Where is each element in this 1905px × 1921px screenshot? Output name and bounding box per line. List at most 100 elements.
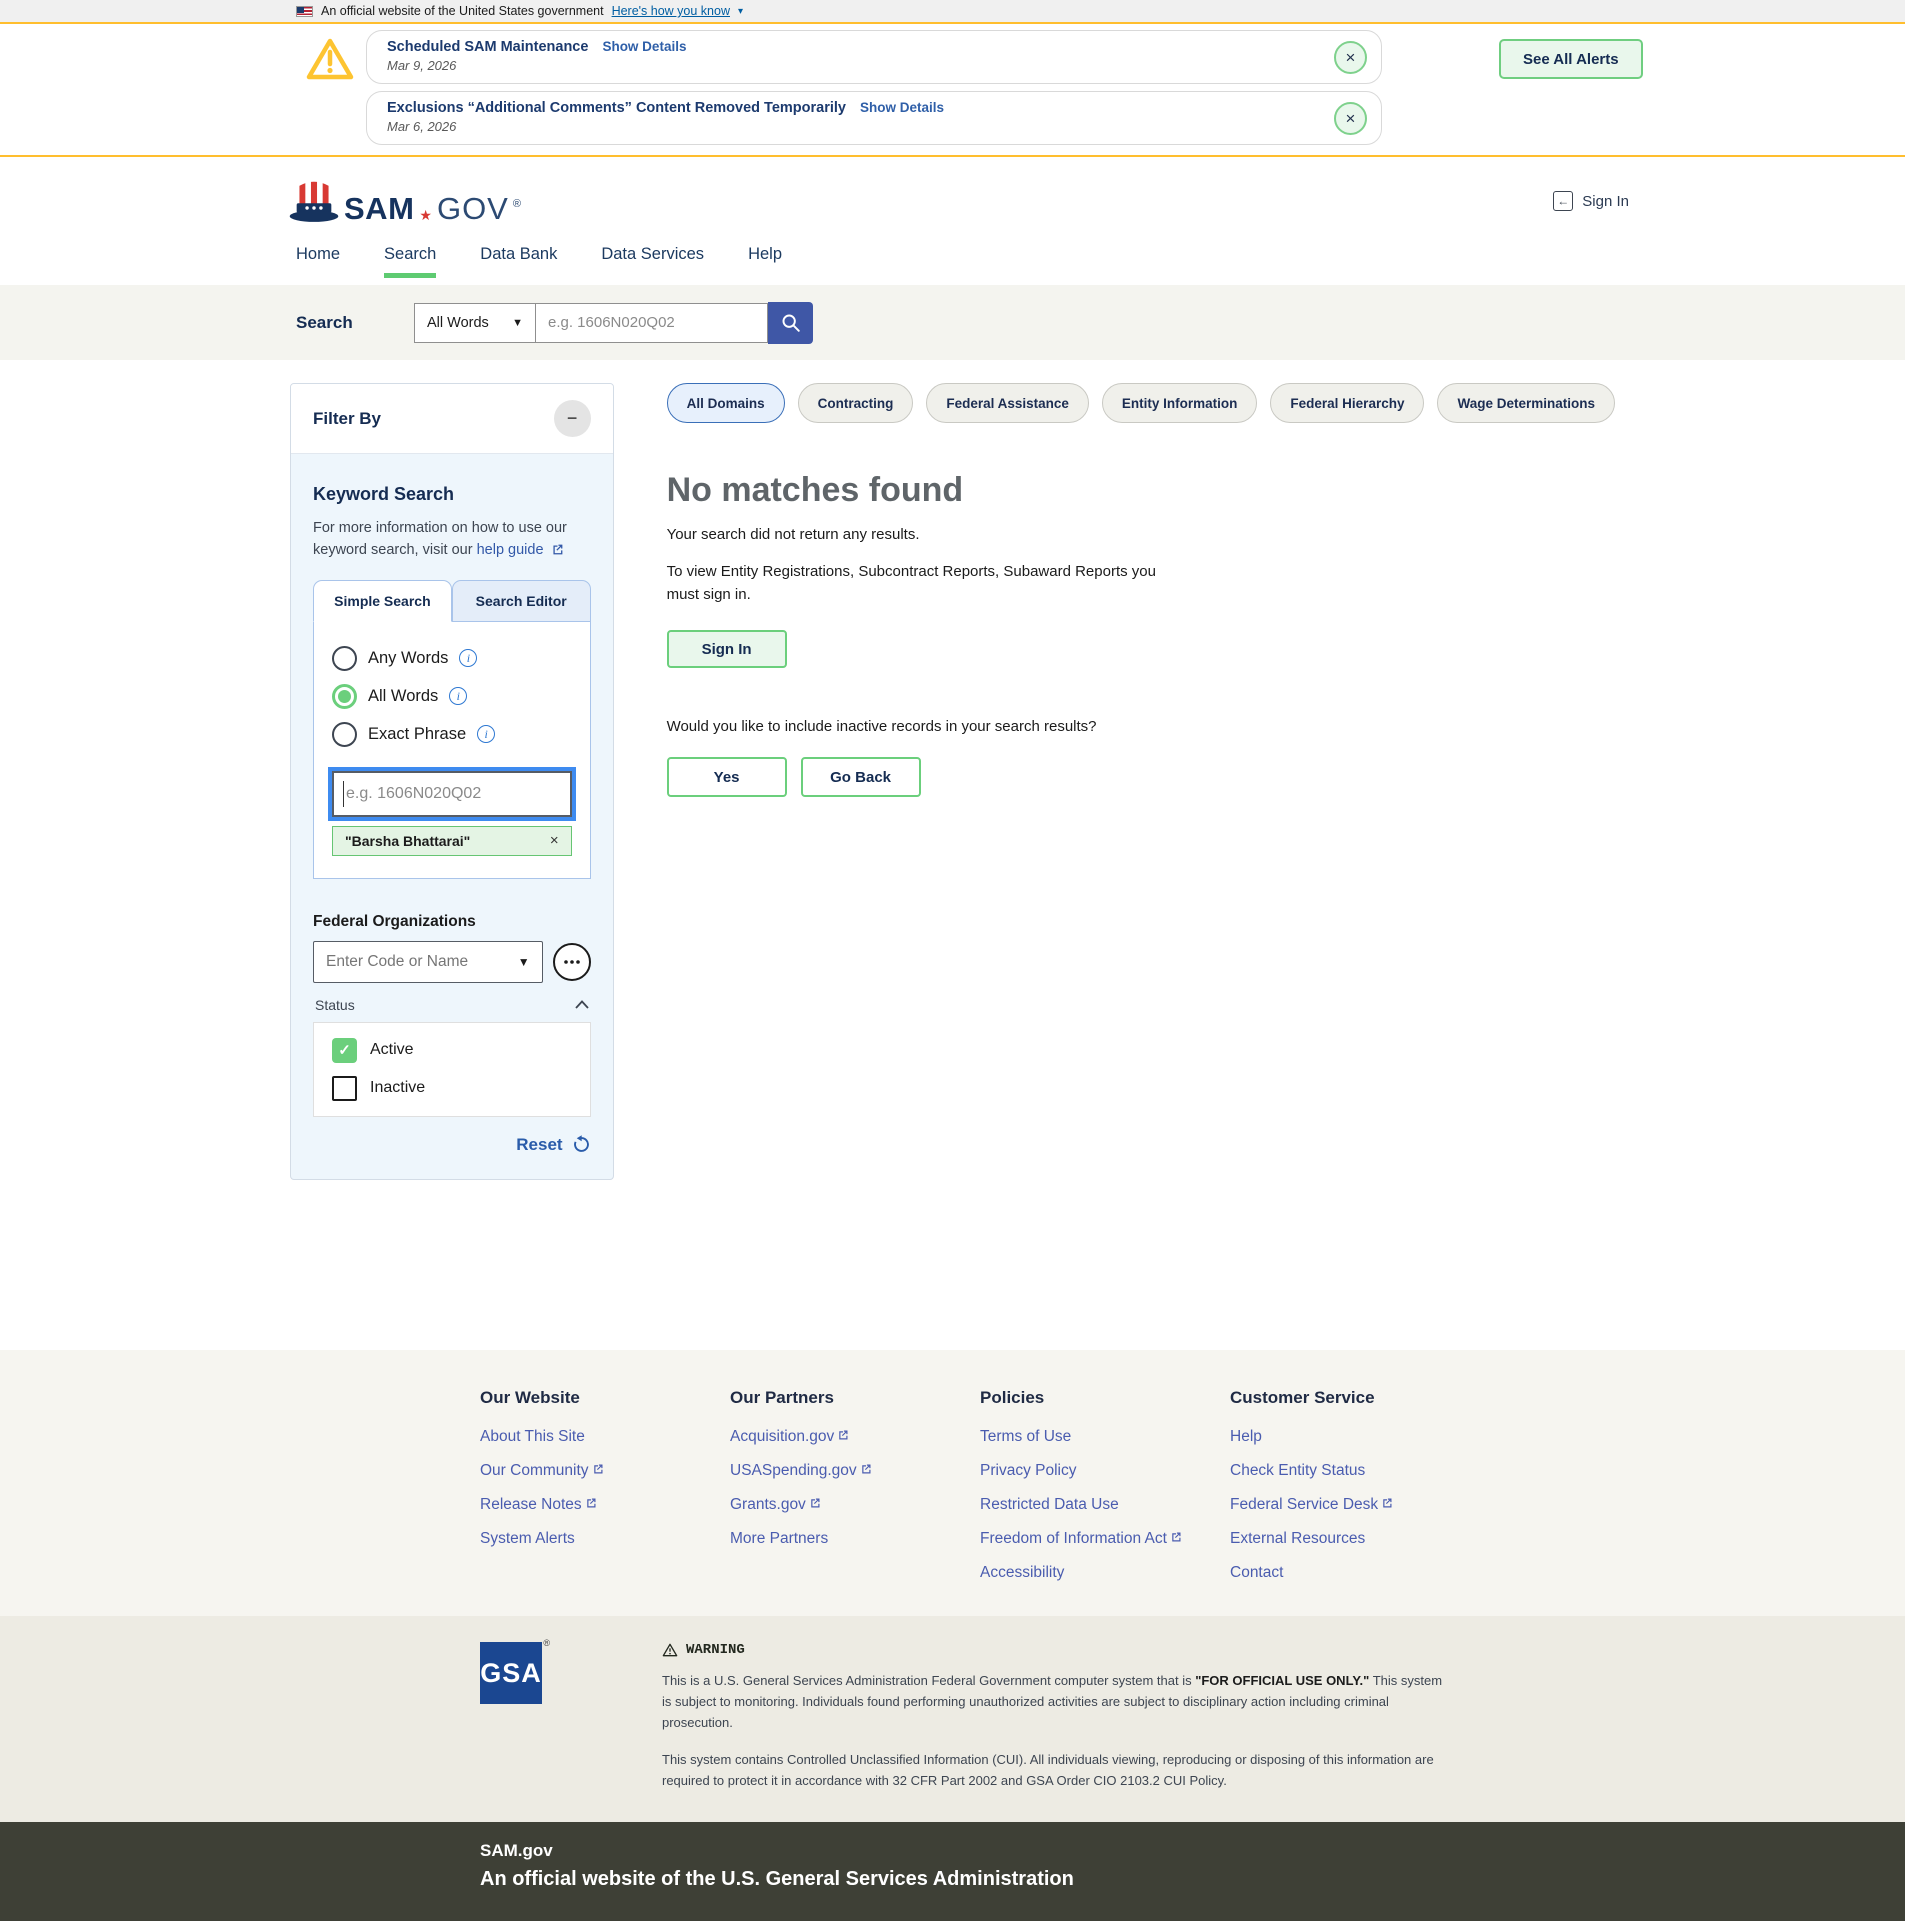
footer-link-terms-of-use[interactable]: Terms of Use xyxy=(980,1420,1230,1454)
chevron-up-icon xyxy=(575,1000,589,1009)
footer-link-federal-service-desk[interactable]: Federal Service Desk xyxy=(1230,1488,1480,1522)
pill-federal-hierarchy[interactable]: Federal Hierarchy xyxy=(1270,383,1424,423)
footer-link-label: Our Community xyxy=(480,1462,589,1480)
warning-paragraph-1: This is a U.S. General Services Administ… xyxy=(662,1671,1454,1733)
footer-official-text: An official website of the U.S. General … xyxy=(480,1868,1905,1891)
footer-link-label: External Resources xyxy=(1230,1530,1365,1548)
collapse-filters-button[interactable]: − xyxy=(554,400,591,437)
show-details-link[interactable]: Show Details xyxy=(602,39,686,54)
logo-star-icon: ★ xyxy=(419,208,432,222)
chip-close-icon[interactable]: × xyxy=(550,832,559,849)
no-results-message: Your search did not return any results. xyxy=(667,526,1615,543)
show-details-link[interactable]: Show Details xyxy=(860,100,944,115)
status-toggle[interactable]: Status xyxy=(313,997,591,1013)
footer-link-more-partners[interactable]: More Partners xyxy=(730,1522,980,1556)
footer-col-policies: Policies Terms of Use Privacy Policy Res… xyxy=(980,1388,1230,1590)
federal-orgs-select[interactable]: Enter Code or Name ▼ xyxy=(313,941,543,983)
footer-link-usaspending-gov[interactable]: USASpending.gov xyxy=(730,1454,980,1488)
warning-triangle-icon xyxy=(662,1643,678,1657)
nav-item-help[interactable]: Help xyxy=(748,245,782,273)
footer-link-about-this-site[interactable]: About This Site xyxy=(480,1420,730,1454)
header-sign-in[interactable]: ← Sign In xyxy=(1553,191,1629,211)
close-icon[interactable]: × xyxy=(1334,41,1367,74)
radio-row-exact-phrase: Exact Phrase i xyxy=(332,722,572,747)
alert-title: Exclusions “Additional Comments” Content… xyxy=(387,100,846,116)
footer-heading: Customer Service xyxy=(1230,1388,1480,1408)
how-you-know-link[interactable]: Here's how you know xyxy=(612,4,730,18)
external-link-icon xyxy=(1170,1530,1182,1548)
warning-title-row: WARNING xyxy=(662,1642,1454,1658)
go-back-button[interactable]: Go Back xyxy=(801,757,921,797)
nav-item-home[interactable]: Home xyxy=(296,245,340,273)
refresh-icon xyxy=(572,1135,591,1154)
gsa-registered-mark: ® xyxy=(543,1638,550,1648)
external-link-icon xyxy=(585,1496,597,1514)
info-icon[interactable]: i xyxy=(449,687,467,705)
pill-entity-information[interactable]: Entity Information xyxy=(1102,383,1258,423)
keyword-chip-text: "Barsha Bhattarai" xyxy=(345,833,470,849)
footer-link-label: Accessibility xyxy=(980,1564,1064,1582)
footer-link-acquisition-gov[interactable]: Acquisition.gov xyxy=(730,1420,980,1454)
sam-gov-logo[interactable]: SAM ★ GOV ® xyxy=(288,179,521,224)
footer-link-contact[interactable]: Contact xyxy=(1230,1556,1480,1590)
global-search-input[interactable] xyxy=(536,303,768,343)
see-all-alerts-button[interactable]: See All Alerts xyxy=(1499,39,1643,79)
tab-simple-search[interactable]: Simple Search xyxy=(313,580,452,622)
nav-item-search[interactable]: Search xyxy=(384,245,436,278)
nav-item-data-bank[interactable]: Data Bank xyxy=(480,245,557,273)
footer-link-accessibility[interactable]: Accessibility xyxy=(980,1556,1230,1590)
footer-link-system-alerts[interactable]: System Alerts xyxy=(480,1522,730,1556)
pill-all-domains[interactable]: All Domains xyxy=(667,383,785,423)
footer-link-external-resources[interactable]: External Resources xyxy=(1230,1522,1480,1556)
footer-link-foia[interactable]: Freedom of Information Act xyxy=(980,1522,1230,1556)
footer-link-privacy-policy[interactable]: Privacy Policy xyxy=(980,1454,1230,1488)
status-options: ✓ Active Inactive xyxy=(313,1022,591,1117)
footer-link-label: Check Entity Status xyxy=(1230,1462,1365,1480)
yes-button[interactable]: Yes xyxy=(667,757,787,797)
check-row-active: ✓ Active xyxy=(332,1038,572,1063)
nav-item-data-services[interactable]: Data Services xyxy=(601,245,704,273)
logo-gov-text: GOV xyxy=(437,193,509,224)
external-link-icon xyxy=(1381,1496,1393,1514)
keyword-input[interactable] xyxy=(332,771,572,817)
footer-link-label: Acquisition.gov xyxy=(730,1428,834,1446)
pill-contracting[interactable]: Contracting xyxy=(798,383,914,423)
radio-label: Any Words xyxy=(368,649,448,668)
info-icon[interactable]: i xyxy=(477,725,495,743)
keyword-tabs: Simple Search Search Editor xyxy=(313,580,591,622)
pill-wage-determinations[interactable]: Wage Determinations xyxy=(1437,383,1615,423)
footer-link-release-notes[interactable]: Release Notes xyxy=(480,1488,730,1522)
radio-any-words[interactable] xyxy=(332,646,357,671)
footer-link-restricted-data-use[interactable]: Restricted Data Use xyxy=(980,1488,1230,1522)
tab-search-editor[interactable]: Search Editor xyxy=(452,580,591,622)
help-guide-link[interactable]: help guide xyxy=(477,542,544,558)
radio-exact-phrase[interactable] xyxy=(332,722,357,747)
footer-heading: Our Website xyxy=(480,1388,730,1408)
footer-link-our-community[interactable]: Our Community xyxy=(480,1454,730,1488)
footer-link-label: USASpending.gov xyxy=(730,1462,857,1480)
footer-link-check-entity-status[interactable]: Check Entity Status xyxy=(1230,1454,1480,1488)
checkbox-label: Active xyxy=(370,1041,414,1059)
uncle-sam-hat-icon xyxy=(288,179,340,224)
footer-link-label: Restricted Data Use xyxy=(980,1496,1119,1514)
no-matches-heading: No matches found xyxy=(667,471,1615,510)
chevron-down-icon: ▾ xyxy=(738,6,743,17)
search-mode-select[interactable]: All Words ▼ xyxy=(414,303,536,343)
sign-in-button[interactable]: Sign In xyxy=(667,630,787,668)
footer-link-grants-gov[interactable]: Grants.gov xyxy=(730,1488,980,1522)
federal-orgs-row: Enter Code or Name ▼ xyxy=(313,941,591,983)
pill-federal-assistance[interactable]: Federal Assistance xyxy=(926,383,1089,423)
more-options-button[interactable] xyxy=(553,943,591,981)
checkbox-active[interactable]: ✓ xyxy=(332,1038,357,1063)
reset-filters[interactable]: Reset xyxy=(313,1135,591,1155)
main-content: Filter By − Keyword Search For more info… xyxy=(0,360,1905,1350)
checkbox-inactive[interactable] xyxy=(332,1076,357,1101)
search-submit-button[interactable] xyxy=(768,302,813,344)
info-icon[interactable]: i xyxy=(459,649,477,667)
footer-heading: Our Partners xyxy=(730,1388,980,1408)
footer-link-help[interactable]: Help xyxy=(1230,1420,1480,1454)
footer-col-our-partners: Our Partners Acquisition.gov USASpending… xyxy=(730,1388,980,1590)
close-icon[interactable]: × xyxy=(1334,102,1367,135)
radio-all-words[interactable] xyxy=(332,684,357,709)
alert-date: Mar 9, 2026 xyxy=(387,58,1321,73)
